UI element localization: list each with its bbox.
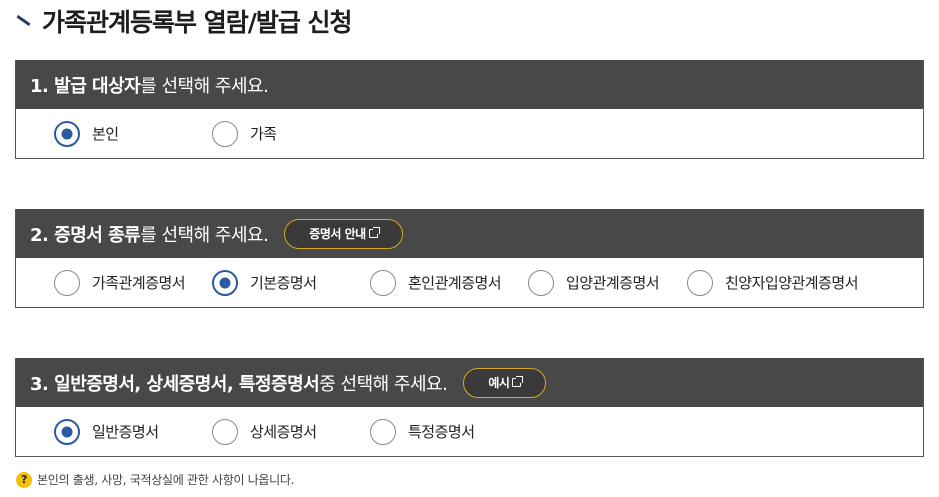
page-title: 가족관계등록부 열람/발급 신청 bbox=[16, 4, 353, 38]
section-certificate-type-options: 가족관계증명서 기본증명서 혼인관계증명서 입양관계증명서 친양자입양관계증명서 bbox=[16, 258, 923, 307]
section-target-options: 본인 가족 bbox=[16, 109, 923, 158]
section-target-heading-suffix: 를 선택해 주세요. bbox=[140, 75, 269, 97]
example-button-label: 예시 bbox=[488, 376, 510, 390]
radio-family-control[interactable] bbox=[212, 120, 238, 147]
radio-family[interactable]: 가족 bbox=[212, 120, 277, 147]
radio-basic-cert-label[interactable]: 기본증명서 bbox=[250, 272, 317, 293]
radio-family-relation-cert[interactable]: 가족관계증명서 bbox=[54, 269, 186, 296]
radio-detailed-cert-control[interactable] bbox=[212, 418, 238, 445]
radio-full-adoption-cert-control[interactable] bbox=[687, 269, 713, 296]
certificate-guide-button[interactable]: 증명서 안내 bbox=[284, 218, 403, 249]
info-note: ? 본인의 출생, 사망, 국적상실에 관한 사항이 나옵니다. bbox=[16, 471, 294, 488]
title-slash-icon bbox=[16, 14, 30, 28]
section-certificate-detail-heading: 3. 일반증명서, 상세증명서, 특정증명서 bbox=[30, 373, 320, 395]
certificate-guide-button-label: 증명서 안내 bbox=[309, 227, 366, 241]
section-certificate-detail-header: 3. 일반증명서, 상세증명서, 특정증명서 중 선택해 주세요. 예시 bbox=[16, 358, 923, 407]
radio-full-adoption-cert[interactable]: 친양자입양관계증명서 bbox=[687, 269, 859, 296]
radio-marriage-cert-control[interactable] bbox=[370, 269, 396, 296]
radio-adoption-cert-label[interactable]: 입양관계증명서 bbox=[566, 272, 660, 293]
external-link-icon bbox=[512, 376, 524, 387]
example-button[interactable]: 예시 bbox=[463, 367, 547, 398]
radio-specific-cert[interactable]: 특정증명서 bbox=[370, 418, 475, 445]
section-target-header: 1. 발급 대상자 를 선택해 주세요. bbox=[16, 60, 923, 109]
section-certificate-type-header: 2. 증명서 종류 를 선택해 주세요. 증명서 안내 bbox=[16, 209, 923, 258]
radio-family-label[interactable]: 가족 bbox=[250, 123, 277, 144]
radio-adoption-cert-control[interactable] bbox=[528, 269, 554, 296]
page-title-text: 가족관계등록부 열람/발급 신청 bbox=[42, 8, 353, 37]
radio-basic-cert[interactable]: 기본증명서 bbox=[212, 269, 317, 296]
section-target-heading: 1. 발급 대상자 bbox=[30, 75, 141, 97]
section-target: 1. 발급 대상자 를 선택해 주세요. 본인 가족 bbox=[15, 60, 924, 159]
radio-family-relation-cert-control[interactable] bbox=[54, 269, 80, 296]
radio-marriage-cert-label[interactable]: 혼인관계증명서 bbox=[408, 272, 502, 293]
radio-basic-cert-control[interactable] bbox=[212, 269, 238, 296]
radio-self[interactable]: 본인 bbox=[54, 120, 119, 147]
radio-self-control[interactable] bbox=[54, 120, 80, 147]
info-note-text: 본인의 출생, 사망, 국적상실에 관한 사항이 나옵니다. bbox=[37, 473, 295, 487]
radio-specific-cert-control[interactable] bbox=[370, 418, 396, 445]
radio-detailed-cert[interactable]: 상세증명서 bbox=[212, 418, 317, 445]
radio-general-cert-label[interactable]: 일반증명서 bbox=[92, 421, 159, 442]
section-certificate-type-heading-suffix: 를 선택해 주세요. bbox=[140, 224, 269, 246]
question-icon: ? bbox=[16, 471, 32, 488]
radio-family-relation-cert-label[interactable]: 가족관계증명서 bbox=[92, 272, 186, 293]
radio-specific-cert-label[interactable]: 특정증명서 bbox=[408, 421, 475, 442]
radio-detailed-cert-label[interactable]: 상세증명서 bbox=[250, 421, 317, 442]
section-certificate-type: 2. 증명서 종류 를 선택해 주세요. 증명서 안내 가족관계증명서 기본증명서… bbox=[15, 209, 924, 308]
section-certificate-detail-heading-suffix: 중 선택해 주세요. bbox=[319, 373, 448, 395]
radio-full-adoption-cert-label[interactable]: 친양자입양관계증명서 bbox=[725, 272, 859, 293]
section-certificate-detail: 3. 일반증명서, 상세증명서, 특정증명서 중 선택해 주세요. 예시 일반증… bbox=[15, 358, 924, 457]
radio-general-cert[interactable]: 일반증명서 bbox=[54, 418, 159, 445]
section-certificate-type-heading: 2. 증명서 종류 bbox=[30, 224, 141, 246]
radio-self-label[interactable]: 본인 bbox=[92, 123, 119, 144]
radio-general-cert-control[interactable] bbox=[54, 418, 80, 445]
radio-marriage-cert[interactable]: 혼인관계증명서 bbox=[370, 269, 502, 296]
external-link-icon bbox=[368, 227, 380, 238]
section-certificate-detail-options: 일반증명서 상세증명서 특정증명서 bbox=[16, 407, 923, 456]
radio-adoption-cert[interactable]: 입양관계증명서 bbox=[528, 269, 660, 296]
